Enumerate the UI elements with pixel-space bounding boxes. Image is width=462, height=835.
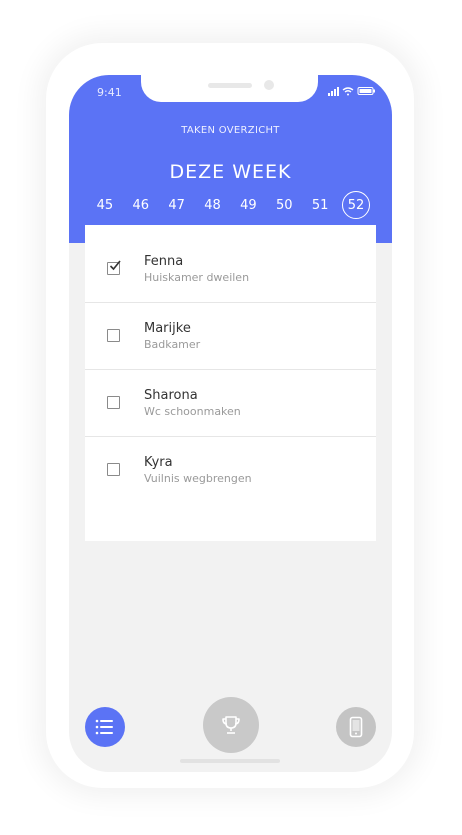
status-time: 9:41 — [97, 86, 122, 99]
week-heading: DEZE WEEK — [169, 161, 292, 183]
task-description: Badkamer — [144, 338, 201, 351]
device-notch — [141, 75, 318, 102]
task-description: Huiskamer dweilen — [144, 271, 250, 284]
week-49[interactable]: 49 — [234, 191, 262, 219]
week-45[interactable]: 45 — [91, 191, 119, 219]
trophy-icon — [222, 716, 240, 734]
device-nav-button[interactable] — [336, 707, 376, 747]
week-51[interactable]: 51 — [306, 191, 334, 219]
week-selector: 45 46 47 48 49 50 51 52 — [69, 191, 392, 219]
task-list: Fenna Huiskamer dweilen Marijke Badkamer… — [85, 225, 376, 541]
tasks-nav-button[interactable] — [85, 707, 125, 747]
status-icons — [328, 85, 376, 97]
week-50[interactable]: 50 — [270, 191, 298, 219]
leaderboard-nav-button[interactable] — [203, 697, 259, 753]
speaker-grille — [208, 83, 252, 88]
phone-screen: 9:41 TAKEN OVERZICHT DEZE WEEK 45 46 47 … — [69, 75, 392, 772]
task-row[interactable]: Kyra Vuilnis wegbrengen — [85, 437, 376, 504]
signal-icon — [328, 87, 339, 96]
battery-icon — [357, 87, 375, 95]
page-title: TAKEN OVERZICHT — [181, 125, 280, 136]
task-assignee: Marijke — [144, 321, 191, 336]
task-assignee: Kyra — [144, 455, 173, 470]
bottom-navigation — [69, 695, 392, 765]
task-checkbox[interactable] — [107, 463, 120, 476]
task-assignee: Sharona — [144, 388, 198, 403]
task-row[interactable]: Sharona Wc schoonmaken — [85, 370, 376, 437]
task-description: Wc schoonmaken — [144, 405, 241, 418]
home-indicator[interactable] — [180, 759, 280, 763]
task-row[interactable]: Marijke Badkamer — [85, 303, 376, 370]
week-48[interactable]: 48 — [199, 191, 227, 219]
task-description: Vuilnis wegbrengen — [144, 472, 252, 485]
list-icon — [95, 719, 113, 735]
wifi-icon — [342, 87, 354, 96]
task-checkbox[interactable] — [107, 329, 120, 342]
task-checkbox[interactable] — [107, 396, 120, 409]
week-47[interactable]: 47 — [163, 191, 191, 219]
front-camera — [264, 80, 274, 90]
task-checkbox-checked[interactable] — [107, 260, 121, 275]
header: 9:41 TAKEN OVERZICHT DEZE WEEK 45 46 47 … — [69, 75, 392, 243]
week-46[interactable]: 46 — [127, 191, 155, 219]
mobile-phone-icon — [349, 716, 363, 738]
task-row[interactable]: Fenna Huiskamer dweilen — [85, 236, 376, 303]
week-52-selected[interactable]: 52 — [342, 191, 371, 219]
checkmark-icon — [109, 260, 121, 271]
task-assignee: Fenna — [144, 254, 184, 269]
